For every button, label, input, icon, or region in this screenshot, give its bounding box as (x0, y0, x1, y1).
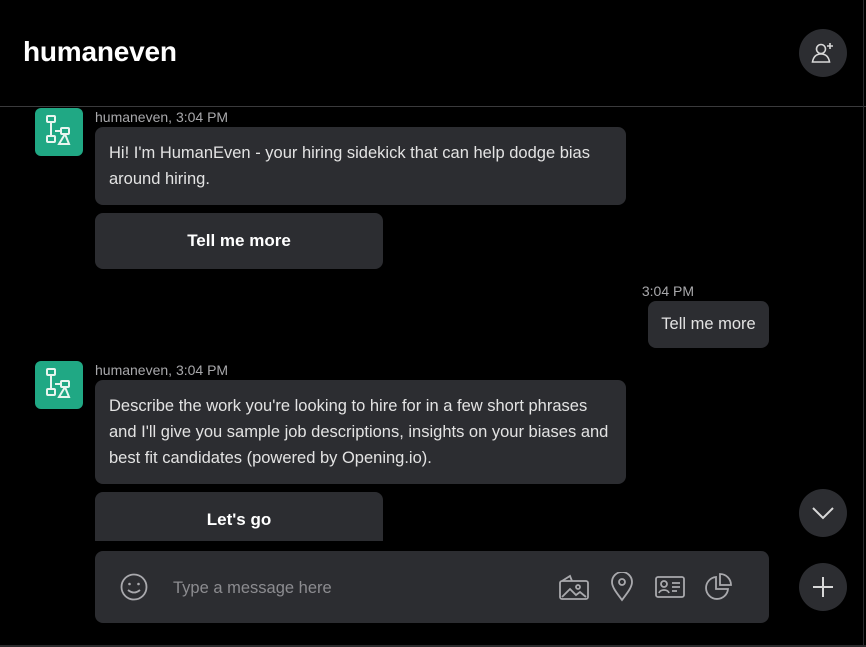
image-button[interactable] (558, 571, 590, 603)
bot-message: Describe the work you're looking to hire… (95, 380, 626, 484)
message-composer (95, 551, 769, 623)
poll-button[interactable] (702, 571, 734, 603)
plus-icon (813, 577, 833, 597)
add-button[interactable] (799, 563, 847, 611)
location-button[interactable] (606, 571, 638, 603)
contact-card-icon (655, 576, 685, 598)
bot-message: Hi! I'm HumanEven - your hiring sidekick… (95, 127, 626, 205)
user-message: Tell me more (648, 301, 769, 348)
chat-title: humaneven (23, 36, 177, 67)
emoji-icon (120, 573, 148, 601)
chat-header: humaneven (0, 0, 866, 107)
chevron-down-icon (812, 507, 834, 520)
image-icon (559, 574, 589, 600)
message-input[interactable] (171, 571, 535, 605)
outgoing-time: 3:04 PM (641, 283, 694, 299)
emoji-button[interactable] (119, 572, 149, 602)
bot-avatar (35, 361, 83, 409)
scroll-down-button[interactable] (799, 489, 847, 537)
message-meta: humaneven, 3:04 PM (95, 362, 229, 378)
message-meta: humaneven, 3:04 PM (95, 109, 229, 125)
bot-avatar (35, 108, 83, 156)
chart-icon (705, 573, 732, 600)
lets-go-button[interactable]: Let's go (95, 492, 383, 541)
contact-button[interactable] (654, 571, 686, 603)
add-user-icon (811, 43, 833, 63)
location-icon (611, 572, 633, 602)
add-user-button[interactable] (799, 29, 847, 77)
right-border (863, 0, 864, 647)
bot-avatar-icon (46, 368, 71, 398)
tell-me-more-button[interactable]: Tell me more (95, 213, 383, 269)
bot-avatar-icon (46, 115, 71, 145)
message-list[interactable]: humaneven, 3:04 PM Hi! I'm HumanEven - y… (0, 106, 790, 541)
